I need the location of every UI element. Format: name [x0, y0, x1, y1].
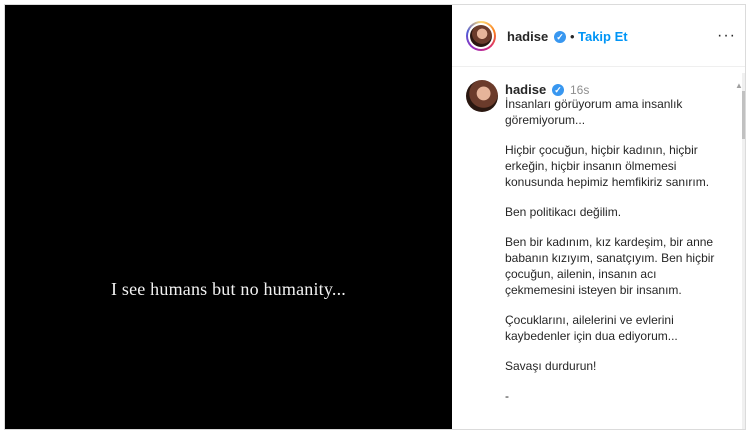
verified-badge-icon: ✓	[554, 31, 566, 43]
post-dialog: I see humans but no humanity... hadise ✓…	[4, 4, 746, 430]
avatar-photo	[470, 25, 492, 47]
post-side-panel: hadise ✓ • Takip Et ··· hadise ✓ 16s İns…	[452, 5, 745, 429]
caption-paragraph: Savaşı durdurun!	[505, 359, 597, 373]
caption-paragraph: Çocuklarını, ailelerini ve evlerini kayb…	[505, 313, 678, 343]
follow-button[interactable]: Takip Et	[578, 29, 628, 44]
verified-badge-icon: ✓	[552, 84, 564, 96]
post-media[interactable]: I see humans but no humanity...	[5, 5, 452, 429]
post-caption: İnsanları görüyorum ama insanlık göremiy…	[505, 96, 723, 418]
scrollbar-thumb[interactable]	[742, 91, 745, 139]
media-text: I see humans but no humanity...	[111, 279, 346, 299]
caption-paragraph: -	[505, 389, 509, 403]
post-time[interactable]: 16s	[570, 83, 589, 97]
post-header: hadise ✓ • Takip Et ···	[452, 5, 745, 67]
avatar-ring-inner	[468, 23, 494, 49]
header-username[interactable]: hadise	[507, 29, 548, 44]
caption-avatar[interactable]	[466, 80, 498, 112]
header-separator: •	[570, 29, 575, 44]
scroll-up-arrow-icon[interactable]: ▲	[735, 81, 743, 90]
caption-paragraph: Ben bir kadınım, kız kardeşim, bir anne …	[505, 235, 715, 297]
more-options-icon[interactable]: ···	[717, 27, 736, 45]
caption-paragraph: Hiçbir çocuğun, hiçbir kadının, hiçbir e…	[505, 143, 710, 189]
caption-paragraph: Ben politikacı değilim.	[505, 205, 622, 219]
caption-username[interactable]: hadise	[505, 82, 546, 97]
header-avatar[interactable]	[466, 21, 496, 51]
caption-paragraph: İnsanları görüyorum ama insanlık göremiy…	[505, 97, 683, 127]
